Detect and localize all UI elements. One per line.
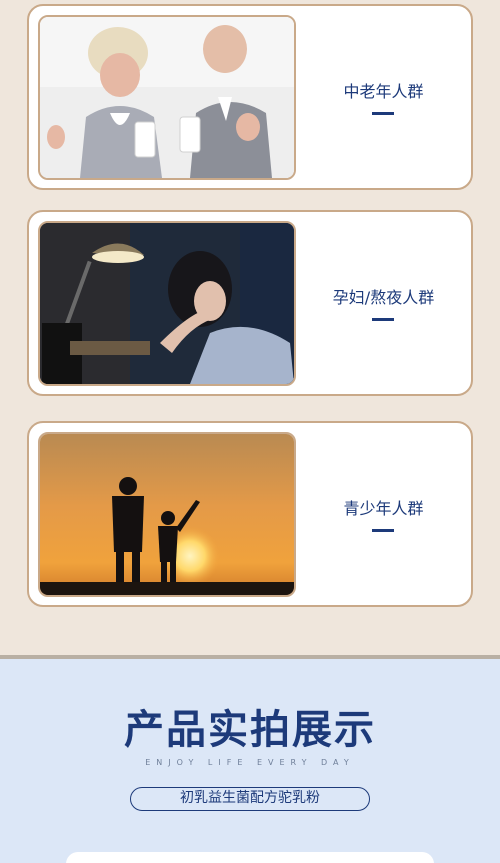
product-showcase-section: 产品实拍展示 ENJOY LIFE EVERY DAY 初乳益生菌配方驼乳粉 [0,659,500,863]
audience-section: 中老年人群 孕妇/熬夜人群 青少年人群 [0,0,500,655]
label-underline [372,529,394,532]
audience-card-elderly: 中老年人群 [27,4,473,190]
audience-label: 中老年人群 [343,82,424,101]
elderly-couple-photo [38,15,296,180]
audience-label: 孕妇/熬夜人群 [332,288,435,307]
tired-woman-photo [38,221,296,386]
audience-label: 青少年人群 [343,499,424,518]
audience-card-teen: 青少年人群 [27,421,473,607]
audience-card-night: 孕妇/熬夜人群 [27,210,473,396]
showcase-subtitle: ENJOY LIFE EVERY DAY [145,758,355,767]
product-name-pill: 初乳益生菌配方驼乳粉 [130,787,370,811]
label-underline [372,318,394,321]
page: 中老年人群 孕妇/熬夜人群 青少年人群 产品实拍展示 ENJOY LIFE EV… [0,0,500,863]
label-underline [372,112,394,115]
showcase-title: 产品实拍展示 [124,707,376,753]
sunset-silhouette-photo [38,432,296,597]
product-image-frame [66,852,434,863]
